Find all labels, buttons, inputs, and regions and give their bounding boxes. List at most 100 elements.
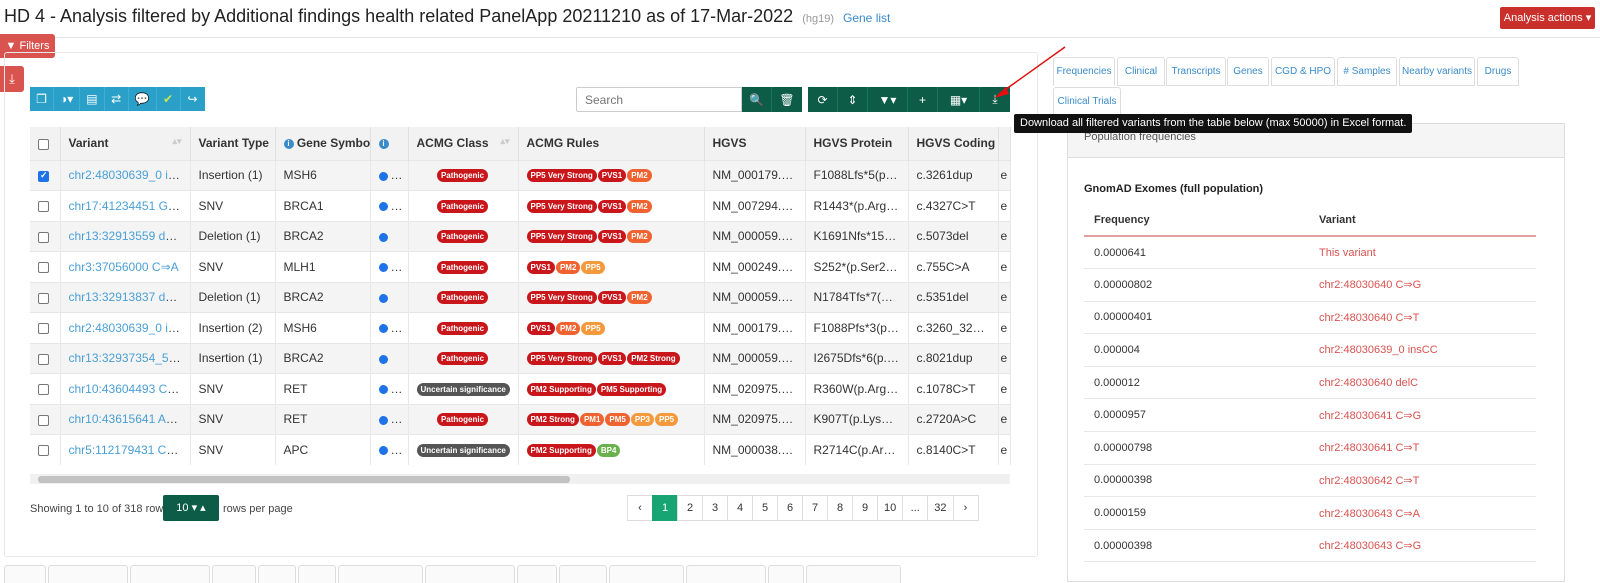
variant-cell[interactable]: chr2:48030639_0 insC💬	[60, 159, 191, 191]
variant-link[interactable]: chr13:32937354_5 insA	[69, 351, 190, 365]
col-hgvs-protein[interactable]: HGVS Protein	[805, 127, 909, 160]
col-hgvs[interactable]: HGVS	[704, 127, 806, 160]
row-checkbox[interactable]	[30, 251, 61, 282]
add-icon[interactable]: +	[908, 87, 938, 112]
row-checkbox[interactable]	[30, 403, 61, 435]
row-checkbox[interactable]	[30, 342, 61, 374]
trash-icon[interactable]: 🗑	[772, 87, 802, 112]
tab-samples[interactable]: # Samples	[1337, 57, 1397, 86]
bottom-tab[interactable]	[298, 565, 336, 583]
bottom-tab[interactable]	[130, 565, 210, 583]
row-checkbox[interactable]	[30, 220, 61, 252]
bottom-tab[interactable]	[212, 565, 256, 583]
table-row[interactable]: chr5:112179431 C⇒T SNV APC Uncertain sig…	[30, 434, 1011, 465]
comment-icon[interactable]: 💬	[185, 232, 189, 243]
contrast-icon[interactable]: ◑▾	[54, 87, 81, 111]
bottom-tab[interactable]	[425, 565, 515, 583]
tab-genes[interactable]: Genes	[1227, 57, 1269, 86]
table-row[interactable]: chr13:32937354_5 insA Insertion (1) BRCA…	[30, 342, 1011, 374]
table-row[interactable]: chr13:32913837 delA Deletion (1) BRCA2 P…	[30, 281, 1011, 313]
bottom-tab[interactable]	[338, 565, 423, 583]
variant-link[interactable]: chr10:43615641 A⇒C	[69, 412, 185, 426]
variant-link[interactable]: chr2:48030639_0 insCC	[69, 321, 190, 335]
analysis-actions-button[interactable]: Analysis actions ▾	[1500, 7, 1595, 29]
page-button[interactable]: 6	[777, 495, 803, 521]
table-row[interactable]: chr2:48030639_0 insC💬 Insertion (1) MSH6…	[30, 159, 1011, 191]
bottom-tab[interactable]	[517, 565, 557, 583]
row-checkbox[interactable]	[30, 190, 61, 221]
excel-download-icon[interactable]: ⤓	[980, 87, 1010, 112]
scrollbar-thumb[interactable]	[38, 476, 570, 483]
page-button[interactable]: 7	[802, 495, 828, 521]
variant-cell[interactable]: chr3:37056000 C⇒A	[60, 251, 191, 282]
filter-dropdown-icon[interactable]: ▼▾	[868, 87, 908, 112]
variant-link[interactable]: chr2:48030641 C⇒T	[1309, 431, 1536, 465]
page-button[interactable]: 32	[927, 495, 954, 521]
variant-link[interactable]: chr2:48030640 C⇒G	[1309, 268, 1536, 302]
bottom-tab[interactable]	[559, 565, 607, 583]
table-row[interactable]: chr3:37056000 C⇒A SNV MLH1 Pathogenic PV…	[30, 251, 1011, 282]
table-row[interactable]: chr10:43615641 A⇒C SNV RET Pathogenic PM…	[30, 403, 1011, 435]
table-row[interactable]: chr17:41234451 G⇒A SNV BRCA1 Pathogenic …	[30, 190, 1011, 221]
col-info[interactable]: i	[370, 127, 409, 160]
variant-link[interactable]: chr2:48030640 C⇒T	[1309, 301, 1536, 335]
page-button[interactable]: ›	[952, 495, 979, 521]
variant-link[interactable]: chr2:48030639_0 insCC	[1309, 333, 1536, 367]
row-checkbox[interactable]	[30, 281, 61, 313]
page-button[interactable]: 8	[827, 495, 853, 521]
refresh-icon[interactable]: ⟳	[808, 87, 838, 112]
page-button[interactable]: 5	[752, 495, 778, 521]
page-button[interactable]: 3	[702, 495, 728, 521]
columns-icon[interactable]: ▦▾	[938, 87, 980, 112]
gene-list-link[interactable]: Gene list	[843, 11, 890, 25]
copy-icon[interactable]: ❐	[30, 87, 54, 111]
variant-link[interactable]: This variant	[1309, 236, 1536, 270]
variant-link[interactable]: chr17:41234451 G⇒A	[69, 199, 186, 213]
variant-cell[interactable]: chr17:41234451 G⇒A	[60, 190, 191, 221]
rows-per-page-select[interactable]: 10 ▾ ▴	[163, 495, 219, 521]
variant-cell[interactable]: chr13:32913559 delA💬	[60, 220, 191, 252]
page-button[interactable]: 9	[852, 495, 878, 521]
validate-icon[interactable]: ✔	[156, 87, 181, 111]
page-button[interactable]: 10	[877, 495, 904, 521]
page-button[interactable]: 1	[652, 495, 678, 521]
bottom-tab[interactable]	[4, 565, 46, 583]
row-checkbox[interactable]	[30, 159, 61, 191]
tab-nearby-variants[interactable]: Nearby variants	[1399, 57, 1475, 86]
variant-cell[interactable]: chr13:32913837 delA	[60, 281, 191, 313]
bottom-tab[interactable]	[686, 565, 766, 583]
variant-link[interactable]: chr2:48030641 C⇒G	[1309, 398, 1536, 433]
page-button[interactable]: 2	[677, 495, 703, 521]
row-checkbox[interactable]	[30, 312, 61, 343]
variant-link[interactable]: chr13:32913837 delA	[69, 290, 183, 304]
bottom-tab[interactable]	[258, 565, 296, 583]
pdf-icon[interactable]: ▤	[80, 87, 105, 111]
page-button[interactable]: ‹	[627, 495, 653, 521]
col-gene-symbol[interactable]: i Gene Symbol	[275, 127, 371, 160]
share-icon[interactable]: ↪	[180, 87, 205, 111]
variant-link[interactable]: chr2:48030643 C⇒G	[1309, 529, 1536, 563]
variant-link[interactable]: chr2:48030639_0 insC	[69, 168, 190, 182]
variant-cell[interactable]: chr5:112179431 C⇒T	[60, 434, 191, 465]
horizontal-scrollbar[interactable]	[30, 474, 1010, 484]
row-checkbox[interactable]	[30, 434, 61, 465]
col-variant-type[interactable]: Variant Type	[190, 127, 276, 160]
search-input[interactable]	[576, 87, 742, 112]
tab-frequencies[interactable]: Frequencies	[1053, 57, 1115, 86]
variant-link[interactable]: chr2:48030643 C⇒A	[1309, 496, 1536, 530]
sort-icon[interactable]: ⇕	[838, 87, 868, 112]
variant-link[interactable]: chr2:48030642 C⇒T	[1309, 464, 1536, 498]
variant-cell[interactable]: chr2:48030639_0 insCC	[60, 312, 191, 343]
tab-transcripts[interactable]: Transcripts	[1166, 57, 1226, 86]
variant-link[interactable]: chr2:48030640 delC	[1309, 366, 1536, 400]
col-variant[interactable]: Variant ▴▾	[60, 127, 191, 160]
variant-cell[interactable]: chr10:43604493 C⇒T	[60, 373, 191, 404]
variant-cell[interactable]: chr13:32937354_5 insA	[60, 342, 191, 374]
tab-clinical-trials[interactable]: Clinical Trials	[1053, 87, 1121, 116]
tab-cgd-hpo[interactable]: CGD & HPO	[1271, 57, 1335, 86]
variant-link[interactable]: chr3:37056000 C⇒A	[69, 260, 179, 274]
variant-cell[interactable]: chr10:43615641 A⇒C	[60, 403, 191, 435]
select-all-checkbox[interactable]	[30, 127, 61, 160]
comments-icon[interactable]: 💬	[128, 87, 157, 111]
variant-link[interactable]: chr10:43604493 C⇒T	[69, 382, 185, 396]
